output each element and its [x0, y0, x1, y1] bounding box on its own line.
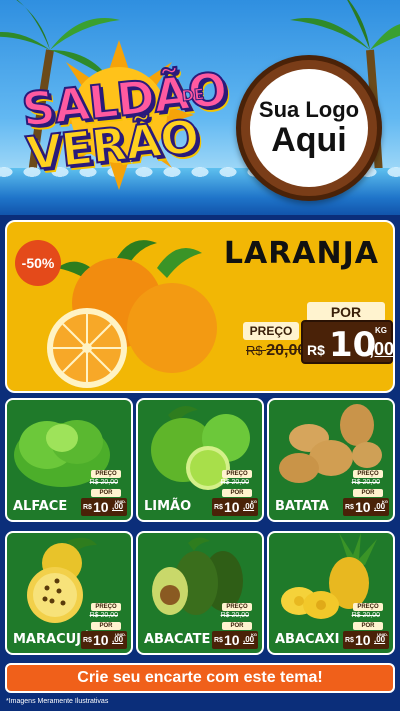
price-currency: R$	[214, 504, 223, 511]
orange-icon	[47, 240, 217, 388]
preco-label: PREÇO	[91, 470, 121, 478]
price-tag: PREÇO R$ 20,00 POR R$ 10 ,00 KG	[343, 470, 389, 516]
por-label: POR	[353, 489, 383, 497]
price-integer: 10	[224, 632, 240, 648]
por-label: POR	[91, 622, 121, 630]
price-integer: 10	[355, 499, 371, 515]
price-tag: PREÇO R$ 20,00 POR R$ 10 ,00 KG	[212, 603, 258, 649]
current-price: R$ 10 ,00 KG	[301, 320, 395, 365]
price-integer: 10	[224, 499, 240, 515]
price-currency: R$	[345, 637, 354, 644]
preco-label: PREÇO	[243, 322, 299, 340]
old-price: R$ 20,00	[220, 479, 249, 486]
old-price: R$ 20,00	[351, 612, 380, 619]
featured-product-name: LARANJA	[223, 236, 379, 271]
por-label: POR	[307, 302, 385, 322]
price-integer: 10	[93, 499, 109, 515]
price-currency: R$	[83, 504, 92, 511]
old-price: R$ 20,00	[89, 612, 118, 619]
product-name: LIMÃO	[144, 499, 192, 514]
product-name: MARACUJÁ	[13, 632, 92, 647]
old-price-currency: R$	[246, 343, 263, 358]
logo-inner: Sua Logo Aqui	[250, 69, 368, 187]
price-tag: PREÇO R$ 20,00 POR R$ 10 ,00 UNID.	[343, 603, 389, 649]
old-price: R$ 20,00	[89, 479, 118, 486]
product-card-abacaxi[interactable]: ABACAXI PREÇO R$ 20,00 POR R$ 10 ,00 UNI…	[267, 531, 395, 655]
preco-label: PREÇO	[222, 603, 252, 611]
price-currency: R$	[83, 637, 92, 644]
product-name: BATATA	[275, 499, 329, 514]
logo-line-1: Sua Logo	[258, 97, 360, 122]
product-card-limao[interactable]: LIMÃO PREÇO R$ 20,00 POR R$ 10 ,00 KG	[136, 398, 264, 522]
featured-price-tag: POR PREÇO R$ 20,00 R$ 10 ,00 KG	[243, 302, 393, 368]
por-label: POR	[222, 622, 252, 630]
price-unit: KG	[382, 499, 388, 504]
preco-label: PREÇO	[353, 470, 383, 478]
preco-label: PREÇO	[353, 603, 383, 611]
current-price: R$ 10 ,00 UNID.	[81, 498, 127, 516]
preco-label: PREÇO	[91, 603, 121, 611]
por-label: POR	[91, 489, 121, 497]
preco-label: PREÇO	[222, 470, 252, 478]
old-price: R$ 20,00	[220, 612, 249, 619]
disclaimer-text: *Imagens Meramente Ilustrativas	[6, 698, 109, 705]
product-name: ALFACE	[13, 499, 68, 514]
product-card-alface[interactable]: ALFACE PREÇO R$ 20,00 POR R$ 10 ,00 UNID…	[5, 398, 133, 522]
price-integer: 10	[355, 632, 371, 648]
price-currency: R$	[307, 342, 325, 358]
price-unit: KG	[251, 632, 257, 637]
current-price: R$ 10 ,00 UNID.	[343, 631, 389, 649]
por-label: POR	[222, 489, 252, 497]
discount-badge: -50%	[15, 240, 61, 286]
price-integer: 10	[93, 632, 109, 648]
price-currency: R$	[214, 637, 223, 644]
product-card-batata[interactable]: BATATA PREÇO R$ 20,00 POR R$ 10 ,00 KG	[267, 398, 395, 522]
price-currency: R$	[345, 504, 354, 511]
price-decimal: ,00	[369, 339, 395, 359]
product-card-abacate[interactable]: ABACATE PREÇO R$ 20,00 POR R$ 10 ,00 KG	[136, 531, 264, 655]
current-price: R$ 10 ,00 UNID.	[81, 631, 127, 649]
price-unit: UNID.	[377, 632, 388, 637]
product-card-maracuja[interactable]: MARACUJÁ PREÇO R$ 20,00 POR R$ 10 ,00 UN…	[5, 531, 133, 655]
promo-title: SALDÃO VERÃO DE	[18, 61, 229, 182]
title-de: DE	[180, 84, 206, 106]
header-banner: SALDÃO VERÃO DE Sua Logo Aqui	[0, 0, 400, 215]
por-label: POR	[353, 622, 383, 630]
price-unit: KG	[375, 326, 387, 335]
logo-placeholder[interactable]: Sua Logo Aqui	[236, 55, 382, 201]
price-tag: PREÇO R$ 20,00 POR R$ 10 ,00 UNID.	[81, 603, 127, 649]
price-unit: UNID.	[115, 632, 126, 637]
featured-product-card[interactable]: -50% LARANJA POR PREÇO R$ 20,00 R$ 10 ,0…	[5, 220, 395, 393]
product-name: ABACATE	[144, 632, 211, 647]
current-price: R$ 10 ,00 KG	[343, 498, 389, 516]
old-price: R$ 20,00	[246, 342, 306, 360]
create-flyer-button[interactable]: Crie seu encarte com este tema!	[5, 663, 395, 693]
current-price: R$ 10 ,00 KG	[212, 631, 258, 649]
logo-line-2: Aqui	[271, 121, 347, 159]
current-price: R$ 10 ,00 KG	[212, 498, 258, 516]
price-unit: UNID.	[115, 499, 126, 504]
product-name: ABACAXI	[275, 632, 340, 647]
price-tag: PREÇO R$ 20,00 POR R$ 10 ,00 UNID.	[81, 470, 127, 516]
price-tag: PREÇO R$ 20,00 POR R$ 10 ,00 KG	[212, 470, 258, 516]
old-price: R$ 20,00	[351, 479, 380, 486]
price-unit: KG	[251, 499, 257, 504]
